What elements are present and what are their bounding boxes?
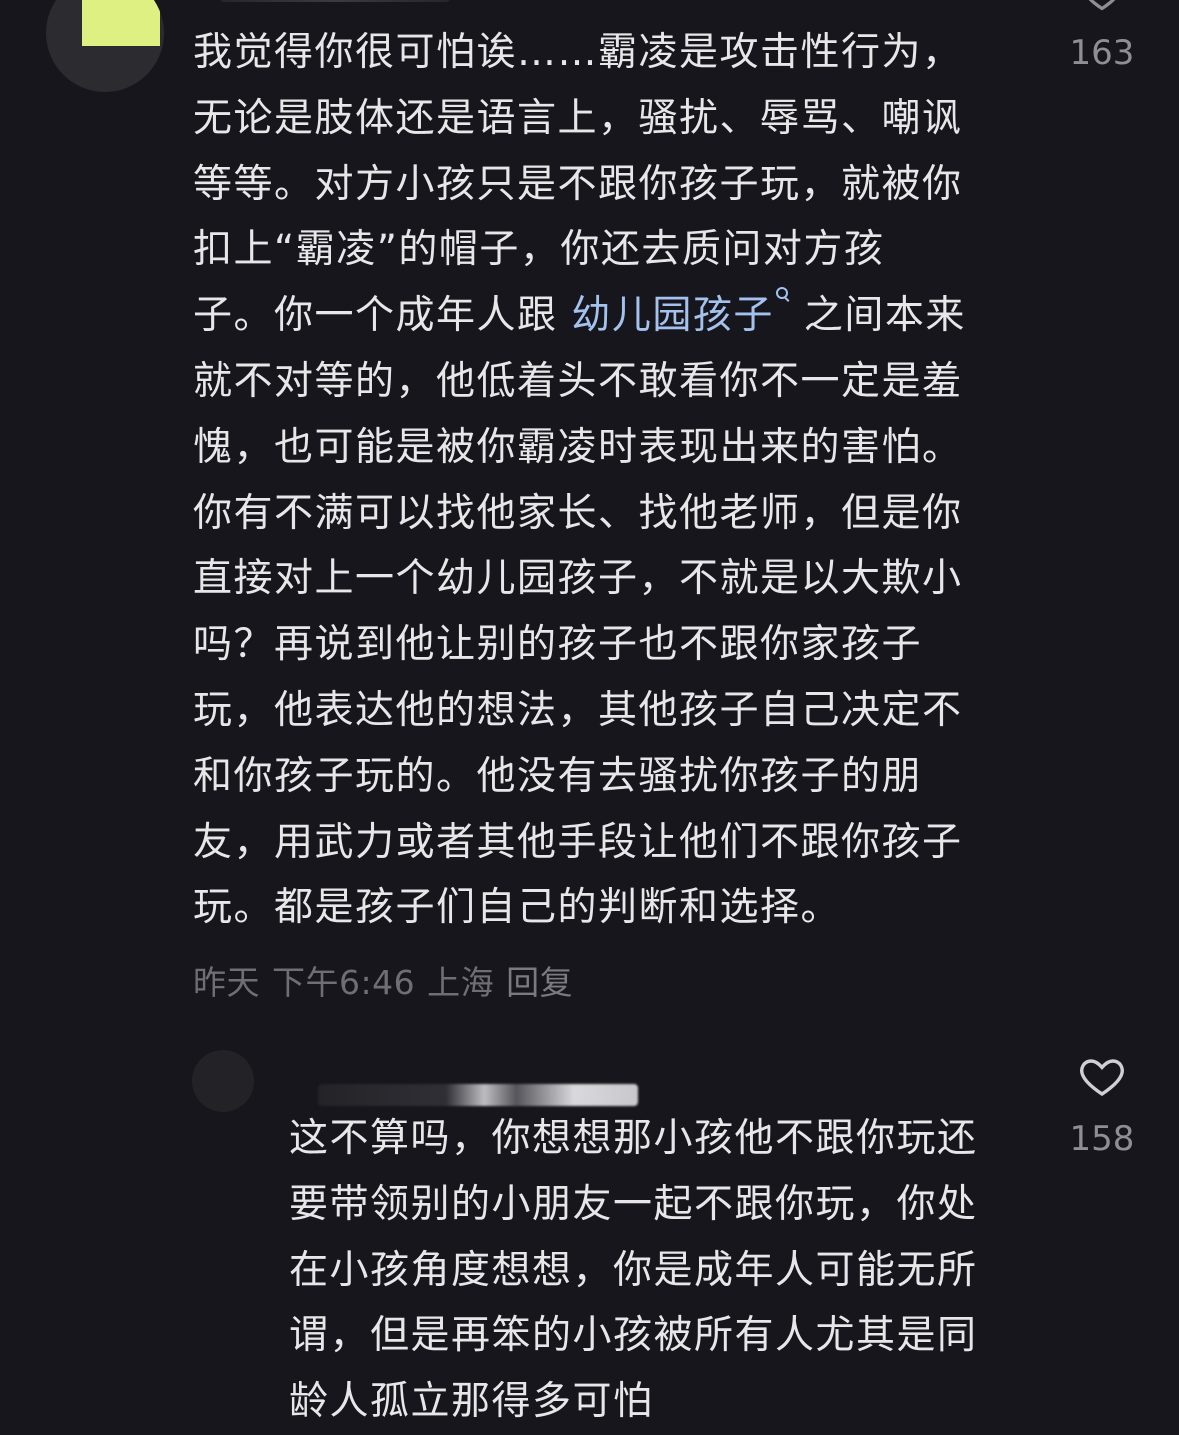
comment-text: 这不算吗，你想想那小孩他不跟你玩还 要带领别的小朋友一起不跟你玩，你处 在小孩角… (289, 1106, 978, 1435)
comment-line: 直接对上一个幼儿园孩子，不就是以大欺小 (193, 556, 963, 602)
comment-line: 等等。对方小孩只是不跟你孩子玩，就被你 (193, 161, 963, 207)
comment-line: 要带领别的小朋友一起不跟你玩，你处 (289, 1181, 978, 1227)
comment-location: 上海 (427, 963, 495, 1002)
comment-date: 昨天 (193, 963, 260, 1002)
like-count: 163 (1069, 33, 1135, 73)
comment-line-with-link: 子。你一个成年人跟 幼儿园孩子 之间本来 (193, 283, 966, 349)
search-link[interactable]: 幼儿园孩子 (571, 293, 774, 338)
comment-time: 下午6:46 (272, 963, 416, 1002)
comment-line: 在小孩角度想想，你是成年人可能无所 (289, 1247, 978, 1293)
heart-icon[interactable] (1077, 1052, 1127, 1100)
comment-line: 愧，也可能是被你霸凌时表现出来的害怕。 (193, 424, 963, 470)
username-redacted[interactable] (318, 1084, 638, 1106)
comment-line: 谓，但是再笨的小孩被所有人尤其是同 (289, 1313, 978, 1359)
comment-line: 你有不满可以找他家长、找他老师，但是你 (193, 490, 963, 536)
search-icon[interactable] (775, 287, 790, 307)
comment-line: 就不对等的，他低着头不敢看你不一定是羞 (193, 358, 963, 404)
comment-line: 扣上“霸凌”的帽子，你还去质问对方孩 (193, 227, 885, 273)
comment-line: 和你孩子玩的。他没有去骚扰你孩子的朋 (193, 753, 923, 799)
comment-line: 我觉得你很可怕诶……霸凌是攻击性行为， (193, 30, 963, 75)
comment-line-text: 子。你一个成年人跟 (193, 293, 572, 339)
comment-line: 友，用武力或者其他手段让他们不跟你孩子 (193, 819, 963, 865)
avatar-sticker (82, 0, 160, 46)
comment-text: 我觉得你很可怕诶……霸凌是攻击性行为， 无论是肢体还是语言上，骚扰、辱骂、嘲讽 … (193, 20, 966, 941)
comment-line: 玩，他表达他的想法，其他孩子自己决定不 (193, 687, 963, 733)
avatar[interactable] (192, 1050, 254, 1112)
comment-line: 玩。都是孩子们自己的判断和选择。 (193, 885, 842, 931)
like-count: 158 (1069, 1119, 1135, 1159)
heart-icon[interactable] (1080, 0, 1124, 14)
reply-button[interactable]: 回复 (506, 963, 573, 1002)
comment-line-text: 之间本来 (789, 293, 966, 339)
avatar[interactable] (46, 0, 164, 92)
comment-line: 龄人孤立那得多可怕 (289, 1379, 654, 1425)
comment-line: 这不算吗，你想想那小孩他不跟你玩还 (289, 1116, 978, 1161)
username-redacted[interactable] (220, 0, 450, 2)
comment-line: 无论是肢体还是语言上，骚扰、辱骂、嘲讽 (193, 95, 963, 141)
comment-meta: 昨天 下午6:46 上海 回复 (193, 956, 585, 1004)
comment-line: 吗？再说到他让别的孩子也不跟你家孩子 (193, 622, 923, 668)
